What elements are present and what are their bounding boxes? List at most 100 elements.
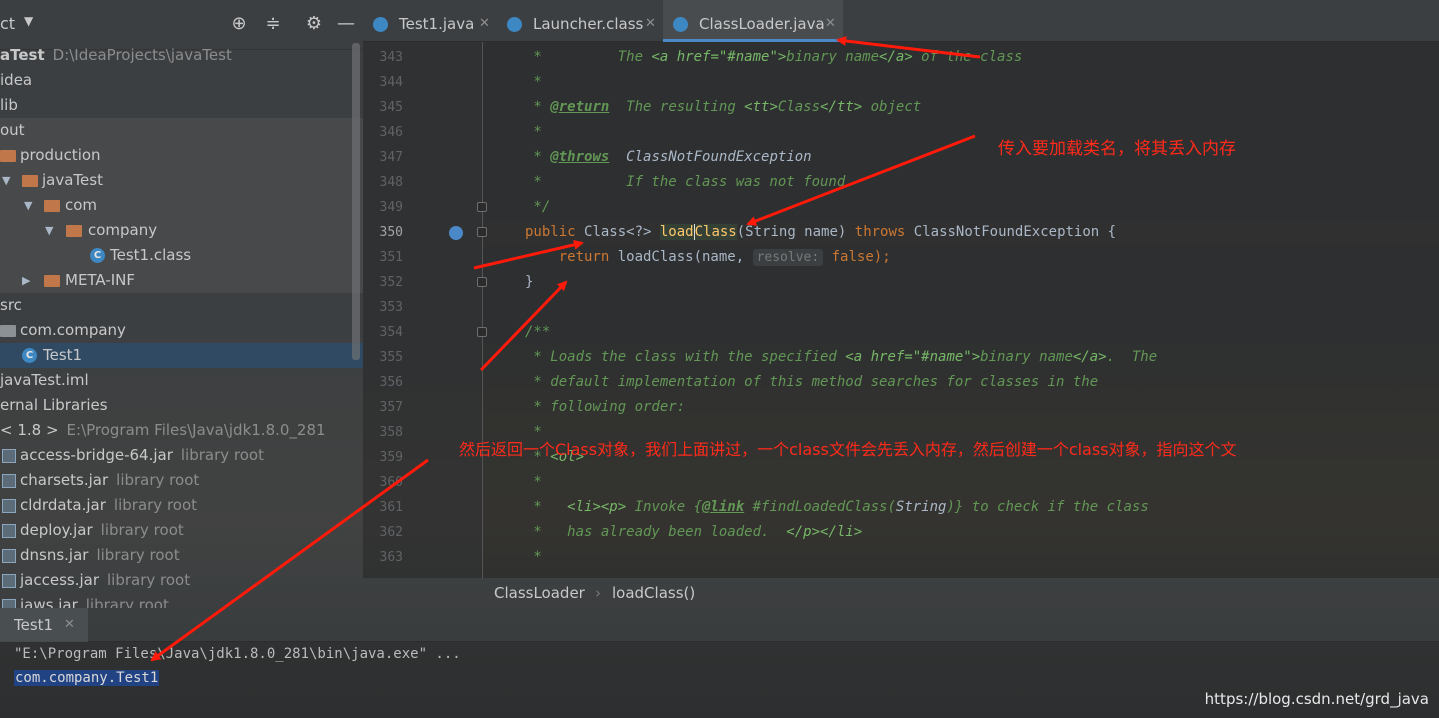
tree-item-out[interactable]: out [0,118,363,143]
implemented-method-icon[interactable] [449,226,463,240]
tree-item-com-company[interactable]: com.company [0,318,363,343]
tree-item-label: javaTest.iml [0,371,89,389]
folder-icon [22,175,38,187]
tab-label: Test1.java [399,15,475,33]
tree-item-jar[interactable]: deploy.jar library root [0,518,363,543]
code-line: return loadClass(name, resolve: false); [525,249,891,266]
breadcrumb-class[interactable]: ClassLoader [494,578,585,608]
tree-item-src[interactable]: src [0,293,363,318]
tree-item-com[interactable]: ▼ com [0,193,363,218]
tree-item-meta-inf[interactable]: ▶ META-INF [0,268,363,293]
code-line: * [525,124,542,140]
tree-item-label: aTest [0,46,45,64]
fold-marker-icon[interactable] [477,327,487,337]
tab-label: ClassLoader.java [699,15,825,33]
tree-item-label: access-bridge-64.jar [20,446,173,464]
folder-icon [44,275,60,287]
tree-item-label: javaTest [42,171,103,189]
tree-item-company[interactable]: ▼ company [0,218,363,243]
collapse-all-icon[interactable]: ≑ [261,12,285,36]
chevron-down-icon[interactable]: ▼ [24,14,33,28]
project-scrollbar[interactable] [352,43,360,360]
line-number: 351 [379,250,403,265]
close-icon[interactable]: ✕ [479,0,490,48]
tree-item-javatest[interactable]: aTest D:\IdeaProjects\javaTest [0,43,363,68]
code-line: * default implementation of this method … [525,374,1099,390]
tree-item-idea[interactable]: idea [0,68,363,93]
expanded-arrow-icon[interactable]: ▼ [24,193,32,218]
line-number: 362 [379,525,403,540]
tree-item-javatest-out[interactable]: ▼ javaTest [0,168,363,193]
tree-item-production[interactable]: production [0,143,363,168]
line-number: 361 [379,500,403,515]
tree-item-label: idea [0,71,33,89]
tree-item-iml[interactable]: javaTest.iml [0,368,363,393]
line-number: 358 [379,425,403,440]
line-number: 355 [379,350,403,365]
tree-item-jar[interactable]: cldrdata.jar library root [0,493,363,518]
expanded-arrow-icon[interactable]: ▼ [45,218,53,243]
fold-marker-icon[interactable] [477,277,487,287]
class-icon [673,17,688,32]
code-line: */ [525,199,551,215]
tree-item-lib[interactable]: lib [0,93,363,118]
tree-item-sub: library root [100,521,184,539]
code-editor[interactable]: 343 344 345 346 347 348 349 350 351 352 … [363,42,1439,578]
tab-classloader-java[interactable]: ClassLoader.java ✕ [663,0,843,42]
breadcrumb-method[interactable]: loadClass() [612,578,695,608]
tree-item-test1[interactable]: C Test1 [0,343,363,368]
tree-item-test1-class[interactable]: C Test1.class [0,243,363,268]
tree-item-label: src [0,296,22,314]
code-line: * The <a href="#name">binary name</a> of… [525,49,1023,65]
fold-marker-icon[interactable] [477,202,487,212]
tree-item-jdk[interactable]: < 1.8 > E:\Program Files\Java\jdk1.8.0_28… [0,418,363,443]
line-number: 352 [379,275,403,290]
jar-icon [2,549,16,563]
line-number: 350 [379,225,403,240]
tree-item-label: dnsns.jar [20,546,89,564]
code-line: public Class<?> loadClass(String name) t… [525,224,1117,240]
tree-item-external-libraries[interactable]: ernal Libraries [0,393,363,418]
tree-item-label: META-INF [65,271,136,289]
class-icon [373,17,388,32]
line-number: 344 [379,75,403,90]
tree-item-jar[interactable]: jaws.jar library root [0,593,363,608]
line-number: 363 [379,550,403,565]
tree-item-jar[interactable]: charsets.jar library root [0,468,363,493]
code-line: /** [525,324,551,340]
close-icon[interactable]: ✕ [64,608,75,642]
fold-marker-icon[interactable] [477,227,487,237]
tree-item-jar[interactable]: dnsns.jar library root [0,543,363,568]
tab-launcher-class[interactable]: Launcher.class ✕ [497,0,663,42]
tree-item-sub: library root [113,496,198,514]
class-icon: C [22,348,37,363]
tree-item-path: D:\IdeaProjects\javaTest [52,46,232,64]
code-line: * <li><p> Invoke {@link #findLoadedClass… [525,499,1149,515]
tab-test1-java[interactable]: Test1.java ✕ [363,0,497,42]
tree-item-label: < 1.8 > [0,421,59,439]
parameter-hint: resolve: [752,249,824,266]
tree-item-jar[interactable]: jaccess.jar library root [0,568,363,593]
annotation-return-class-object: 然后返回一个Class对象，我们上面讲过，一个class文件会先丢入内存，然后创… [459,440,1237,459]
tree-item-label: lib [0,96,18,114]
line-number: 357 [379,400,403,415]
package-icon [0,325,16,337]
close-icon[interactable]: ✕ [645,0,656,48]
jar-icon [2,499,16,513]
tab-run-test1[interactable]: Test1 ✕ [0,608,88,642]
tree-item-jar[interactable]: access-bridge-64.jar library root [0,443,363,468]
expanded-arrow-icon[interactable]: ▼ [2,168,10,193]
tree-item-label: jaccess.jar [20,571,100,589]
close-icon[interactable]: ✕ [825,0,836,48]
locate-icon[interactable]: ⊕ [227,12,251,36]
tree-item-sub: library root [107,571,191,589]
project-title: ct [0,14,16,33]
hide-icon[interactable]: — [334,12,358,36]
collapsed-arrow-icon[interactable]: ▶ [22,268,30,293]
gear-icon[interactable]: ⚙ [302,12,326,36]
code-line: * @return The resulting <tt>Class</tt> o… [525,99,922,115]
tree-item-label: company [88,221,158,239]
tree-item-label: cldrdata.jar [20,496,106,514]
tree-item-sub: library root [116,471,200,489]
jar-icon [2,599,16,608]
